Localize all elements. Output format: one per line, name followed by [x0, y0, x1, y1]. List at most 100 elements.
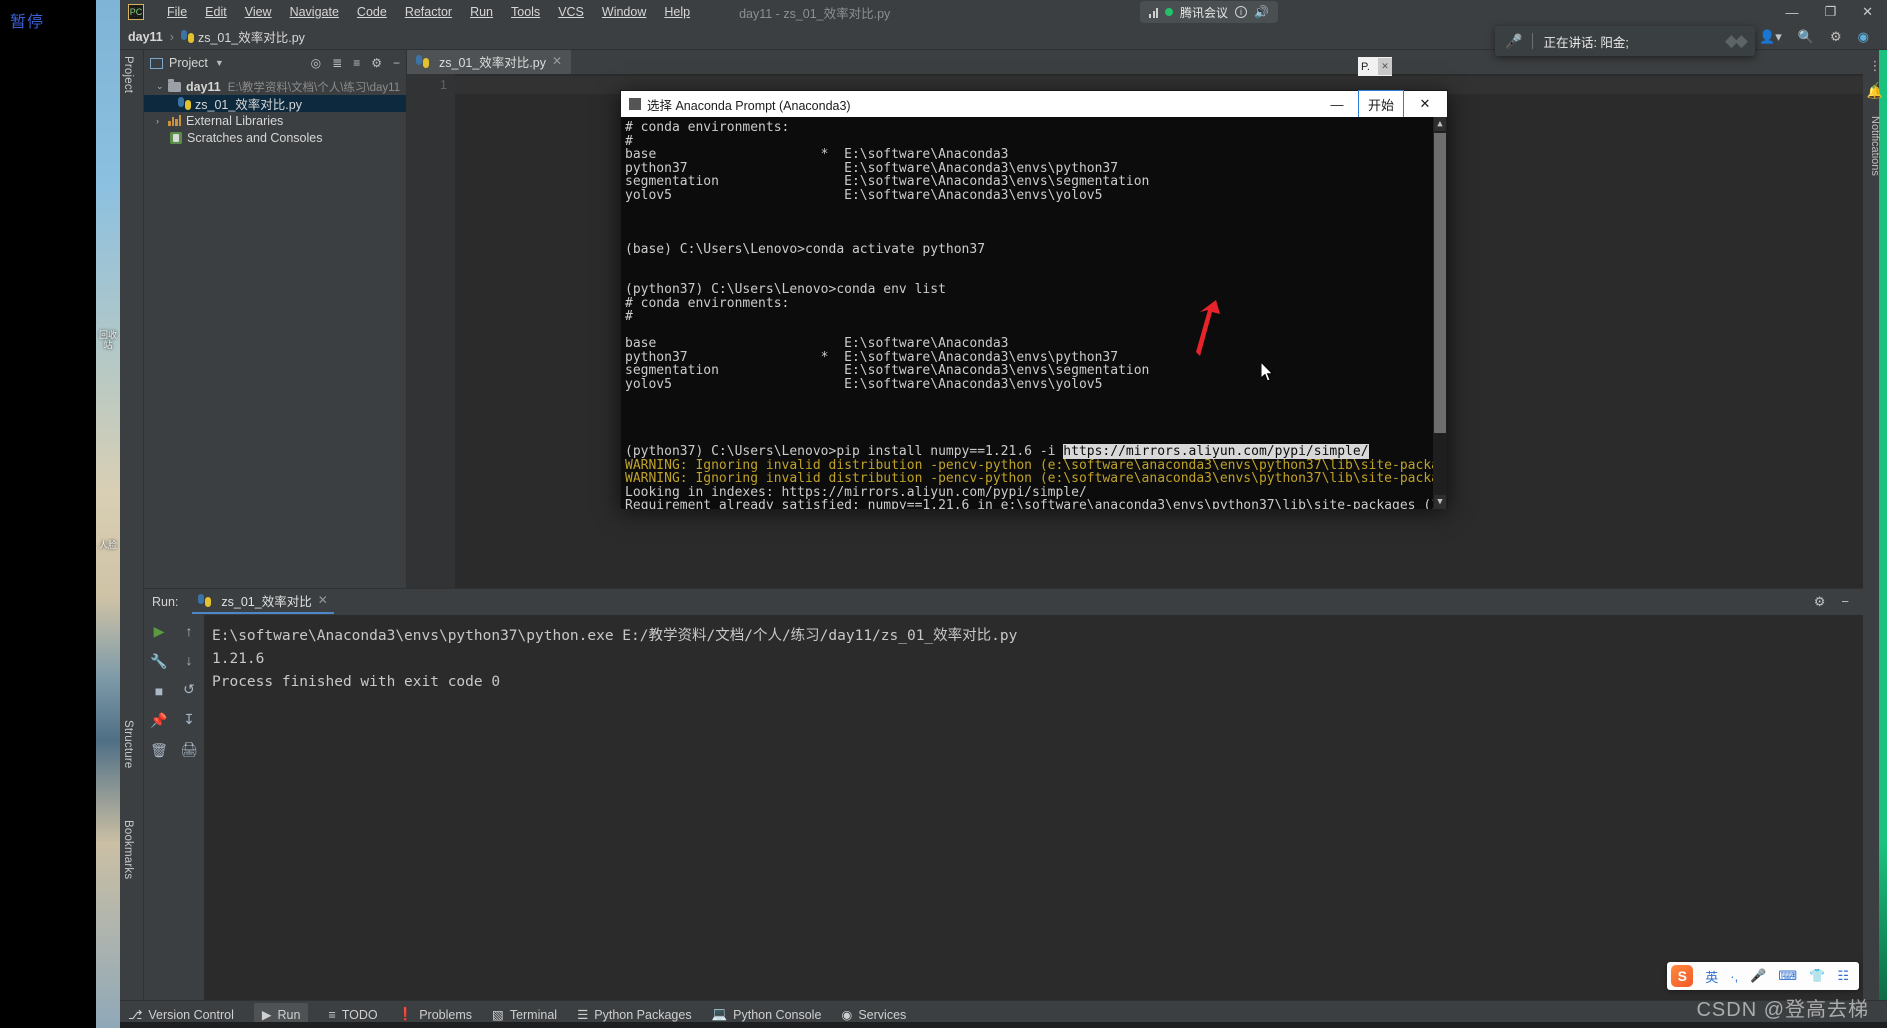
- close-button[interactable]: ✕: [1862, 4, 1873, 20]
- chevron-down-icon[interactable]: ▼: [215, 58, 224, 68]
- tree-item-day11[interactable]: ⌄ day11 E:\教学资料\文档\个人\练习\day11: [144, 78, 406, 95]
- menu-code[interactable]: Code: [348, 3, 396, 21]
- anaconda-prompt-window[interactable]: 选择 Anaconda Prompt (Anaconda3) — 开始 ✕ # …: [620, 90, 1448, 509]
- pin-icon[interactable]: 📌: [150, 712, 167, 729]
- run-tab-zs01[interactable]: zs_01_效率对比 ✕: [192, 591, 334, 614]
- tree-item-scratches[interactable]: Scratches and Consoles: [144, 129, 406, 146]
- stop-icon[interactable]: ■: [155, 683, 163, 699]
- console-line: WARNING: Ignoring invalid distribution -…: [625, 471, 1447, 486]
- taskbar: [120, 1022, 1887, 1028]
- user-avatar-dropdown-icon[interactable]: 👤▾: [1759, 29, 1782, 45]
- python-file-icon: [180, 30, 194, 43]
- breadcrumb-project[interactable]: day11: [128, 30, 163, 44]
- statusbar-services[interactable]: ◉ Services: [841, 1007, 906, 1023]
- info-icon[interactable]: i: [1235, 6, 1248, 18]
- chevron-down-icon[interactable]: ⌄: [156, 81, 168, 92]
- menu-refactor[interactable]: Refactor: [396, 3, 461, 21]
- expand-icon[interactable]: ≡: [353, 56, 360, 70]
- maximize-button[interactable]: ❐: [1824, 4, 1836, 20]
- menu-navigate[interactable]: Navigate: [281, 3, 348, 21]
- minimize-icon[interactable]: −: [393, 56, 400, 70]
- statusbar-todo[interactable]: ≡ TODO: [328, 1008, 377, 1022]
- minimize-button[interactable]: —: [1785, 5, 1798, 20]
- ime-mode-label[interactable]: 英: [1705, 967, 1718, 986]
- collapse-icon[interactable]: ≣: [332, 56, 342, 70]
- inspection-check-icon[interactable]: ✓: [1870, 78, 1881, 94]
- titlebar-meeting-widget[interactable]: 腾讯会议 i 🔊: [1140, 1, 1278, 23]
- close-icon[interactable]: ✕: [552, 54, 562, 68]
- scrollbar-thumb[interactable]: [1434, 133, 1446, 433]
- sogou-logo-icon[interactable]: S: [1671, 965, 1694, 987]
- menu-help[interactable]: Help: [655, 3, 699, 21]
- close-icon[interactable]: ✕: [1378, 58, 1392, 75]
- console-line: yolov5 E:\software\Anaconda3\envs\yolov5: [625, 376, 1103, 392]
- menu-tools[interactable]: Tools: [502, 3, 549, 21]
- search-icon[interactable]: 🔍: [1798, 29, 1814, 45]
- console-output[interactable]: # conda environments: # base * E:\softwa…: [621, 117, 1447, 509]
- console-restore-button[interactable]: 开始: [1358, 90, 1404, 118]
- sidebar-tab-project[interactable]: Project: [122, 56, 134, 93]
- selected-index-url[interactable]: https://mirrors.aliyun.com/pypi/simple/: [1063, 444, 1369, 459]
- target-icon[interactable]: ◎: [311, 56, 321, 70]
- gear-icon[interactable]: ⚙: [1830, 29, 1842, 45]
- statusbar-problems[interactable]: ❗ Problems: [398, 1007, 472, 1022]
- statusbar-terminal[interactable]: ▧ Terminal: [492, 1007, 557, 1023]
- editor-tab-label: zs_01_效率对比.py: [439, 55, 546, 70]
- console-line: Requirement already satisfied: numpy==1.…: [625, 498, 1447, 509]
- run-icon[interactable]: ▶: [154, 623, 165, 640]
- menu-view[interactable]: View: [236, 3, 281, 21]
- statusbar-python-console[interactable]: 💻 Python Console: [712, 1007, 822, 1022]
- pinned-tooltip[interactable]: P. ✕: [1358, 57, 1392, 76]
- close-icon[interactable]: ✕: [318, 593, 328, 607]
- editor-tab-zs01[interactable]: zs_01_效率对比.py ✕: [407, 50, 572, 74]
- gear-icon[interactable]: ⚙: [371, 56, 382, 70]
- scroll-down-icon[interactable]: ↓: [186, 652, 193, 668]
- divider: [1532, 33, 1534, 49]
- statusbar-version-control[interactable]: ⎇ Version Control: [128, 1007, 234, 1023]
- menu-file[interactable]: File: [158, 3, 196, 21]
- scroll-up-button[interactable]: ▲: [1434, 117, 1446, 131]
- breadcrumb-file[interactable]: zs_01_效率对比.py: [198, 27, 305, 46]
- voice-icon[interactable]: 🎤: [1750, 968, 1766, 984]
- minimize-icon[interactable]: −: [1841, 594, 1849, 610]
- menu-vcs-label: VCS: [558, 5, 584, 19]
- sidebar-tab-bookmarks[interactable]: Bookmarks: [122, 820, 134, 879]
- menu-run[interactable]: Run: [461, 3, 502, 21]
- scroll-to-end-icon[interactable]: ↧: [183, 711, 195, 728]
- gear-icon[interactable]: ⚙: [1814, 594, 1826, 610]
- soft-wrap-icon[interactable]: ↺: [183, 681, 195, 698]
- sidebar-tab-structure[interactable]: Structure: [122, 720, 134, 768]
- toolbox-icon[interactable]: ☷: [1837, 968, 1849, 984]
- desktop-icon-face[interactable]: 人脸: [98, 540, 118, 550]
- punctuation-icon[interactable]: ·,: [1730, 969, 1738, 984]
- chevron-right-icon[interactable]: ›: [156, 116, 168, 126]
- print-icon[interactable]: 🖨: [180, 741, 198, 758]
- menu-window[interactable]: Window: [593, 3, 655, 21]
- more-icon[interactable]: ⋮: [1869, 58, 1882, 74]
- microphone-icon[interactable]: 🎤: [1505, 33, 1522, 50]
- console-close-button[interactable]: ✕: [1403, 91, 1447, 117]
- speaker-icon[interactable]: 🔊: [1254, 5, 1269, 19]
- menu-vcs[interactable]: VCS: [549, 3, 593, 21]
- trash-icon[interactable]: 🗑: [150, 742, 168, 759]
- sogou-ime-toolbar[interactable]: S 英 ·, 🎤 ⌨ 👕 ☷: [1667, 962, 1859, 990]
- tree-item-zs01[interactable]: zs_01_效率对比.py: [144, 95, 406, 112]
- console-minimize-button[interactable]: —: [1315, 91, 1359, 117]
- meeting-floating-toolbar[interactable]: 🎤 正在讲话: 阳金; ◆◆: [1495, 26, 1755, 56]
- run-panel-header: Run: zs_01_效率对比 ✕ ⚙ −: [144, 589, 1863, 615]
- keyboard-icon[interactable]: ⌨: [1778, 968, 1797, 984]
- wrench-icon[interactable]: 🔧: [150, 653, 167, 670]
- run-output[interactable]: E:\software\Anaconda3\envs\python37\pyth…: [204, 615, 1863, 1000]
- console-scrollbar[interactable]: ▲ ▼: [1433, 117, 1447, 509]
- menu-edit[interactable]: Edit: [196, 3, 236, 21]
- console-pip-command-line: (python37) C:\Users\Lenovo>pip install n…: [625, 444, 1447, 459]
- desktop-icon-recycle[interactable]: 回收站: [98, 330, 118, 350]
- scroll-up-icon[interactable]: ↑: [186, 623, 193, 639]
- skin-icon[interactable]: 👕: [1809, 968, 1825, 984]
- scroll-down-button[interactable]: ▼: [1434, 495, 1446, 509]
- plugin-icon[interactable]: ◉: [1858, 29, 1869, 45]
- statusbar-python-packages[interactable]: ☰ Python Packages: [577, 1007, 692, 1023]
- console-line: #: [625, 133, 633, 149]
- tree-item-external-libraries[interactable]: › External Libraries: [144, 112, 406, 129]
